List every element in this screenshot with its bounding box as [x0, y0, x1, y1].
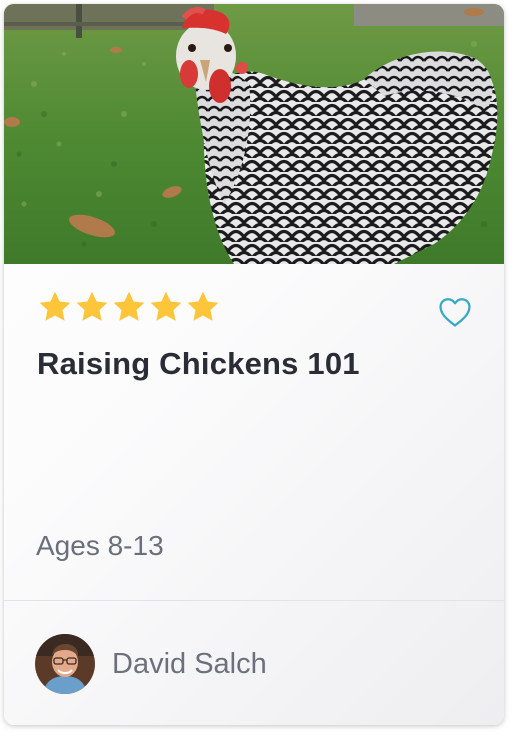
author-name[interactable]: David Salch: [112, 648, 267, 681]
heart-outline-icon[interactable]: [438, 296, 472, 328]
author-link[interactable]: David Salch: [35, 634, 267, 694]
age-range: Ages 8-13: [36, 530, 164, 561]
star-icon: [76, 291, 108, 321]
star-icon: [150, 291, 182, 321]
star-icon: [113, 291, 145, 321]
divider: [4, 600, 504, 601]
course-image[interactable]: [4, 4, 504, 264]
favorite-button[interactable]: [437, 294, 473, 330]
star-rating: [37, 289, 221, 325]
course-title[interactable]: Raising Chickens 101: [37, 344, 477, 384]
star-icon: [39, 291, 71, 321]
course-card[interactable]: Raising Chickens 101 Ages 8-13 David Sal…: [4, 4, 504, 725]
avatar: [35, 634, 95, 694]
chicken-photo: [4, 4, 504, 264]
star-icon: [187, 291, 219, 321]
